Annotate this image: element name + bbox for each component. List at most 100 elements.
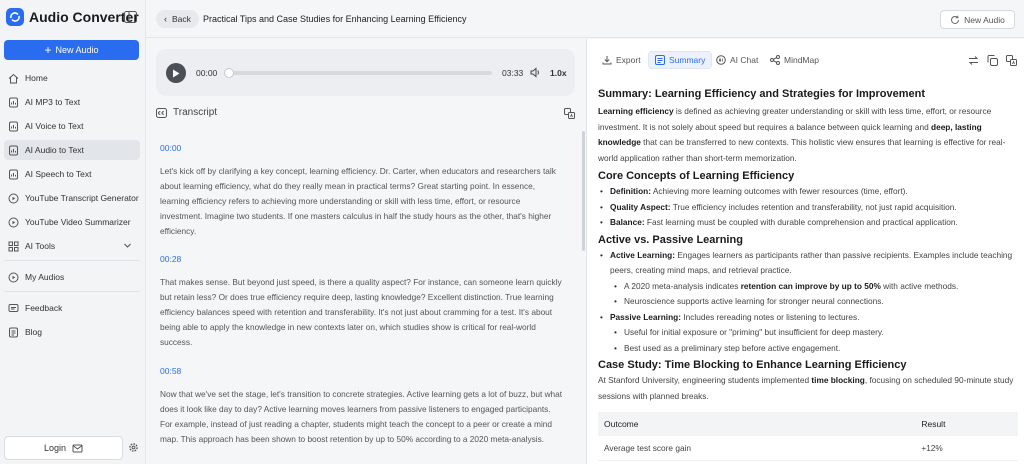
item-text: True efficiency includes retention and t… <box>670 201 957 212</box>
sidebar-item-home[interactable]: Home <box>4 68 140 88</box>
sidebar-item-feedback[interactable]: Feedback <box>4 298 140 318</box>
segment-text: Now that we've set the stage, let's tran… <box>160 389 563 444</box>
segment-timestamp[interactable]: 00:58 <box>160 366 565 376</box>
table-header: Outcome <box>598 412 916 436</box>
play-circle-icon <box>8 193 19 203</box>
sidebar-item-ai-audio-to-text[interactable]: AI Audio to Text <box>4 140 140 160</box>
sidebar-item-ai-tools[interactable]: AI Tools <box>4 236 140 256</box>
mindmap-icon <box>770 55 780 65</box>
playback-speed[interactable]: 1.0x <box>550 68 567 78</box>
ai-chat-icon <box>716 55 726 65</box>
item-text: with active methods. <box>880 280 959 291</box>
item-label: Definition: <box>610 186 652 196</box>
current-time: 00:00 <box>196 68 218 78</box>
tab-label: Summary <box>669 55 706 65</box>
collapse-sidebar-icon[interactable] <box>124 11 137 23</box>
copy-icon[interactable] <box>987 55 998 66</box>
table-cell: Average test score gain <box>598 436 916 461</box>
chevron-left-icon: ‹ <box>164 14 167 24</box>
list-item: Passive Learning: Includes rereading not… <box>598 310 1018 326</box>
sidebar-item-ai-voice-to-text[interactable]: AI Voice to Text <box>4 116 140 136</box>
sidebar-item-youtube-transcript-generator[interactable]: YouTube Transcript Generator <box>4 188 140 208</box>
item-bold: retention can improve by up to 50% <box>740 280 881 291</box>
volume-icon[interactable] <box>530 67 541 78</box>
captions-icon <box>156 107 167 118</box>
item-label: Passive Learning: <box>610 311 682 322</box>
transcript-panel: 00:00 03:33 1.0x Transcript 00:00 Let's … <box>146 39 586 464</box>
sidebar-item-label: AI Audio to Text <box>25 145 84 155</box>
list-item: A 2020 meta-analysis indicates retention… <box>598 279 1018 295</box>
transcript-list: 00:00 Let's kick off by clarifying a key… <box>146 129 586 464</box>
list-item: Best used as a preliminary step before a… <box>598 341 1018 357</box>
audio-player: 00:00 03:33 1.0x <box>156 49 575 96</box>
scrollbar[interactable] <box>582 131 585 251</box>
top-bar: ‹ Back Practical Tips and Case Studies f… <box>146 0 1024 38</box>
plus-icon: + <box>44 43 52 57</box>
list-item: Quality Aspect: True efficiency includes… <box>598 200 1018 216</box>
core-heading: Core Concepts of Learning Efficiency <box>598 170 795 182</box>
item-text: A 2020 meta-analysis indicates <box>624 280 741 291</box>
tab-ai-chat[interactable]: AI Chat <box>710 51 764 69</box>
progress-knob[interactable] <box>224 68 234 78</box>
tab-export[interactable]: Export <box>596 51 647 69</box>
sidebar-item-my-audios[interactable]: My Audios <box>4 267 140 287</box>
table-row: Average test score gain +12% <box>598 436 1018 461</box>
summary-tabs: Export Summary AI Chat MindMap <box>587 39 1024 81</box>
brand[interactable]: Audio Converter <box>6 8 139 26</box>
sidebar-divider <box>4 260 140 261</box>
gear-icon[interactable] <box>128 442 139 453</box>
file-icon <box>9 121 18 131</box>
translate-icon[interactable] <box>1006 55 1017 66</box>
list-item: Definition: Achieving more learning outc… <box>598 184 1018 200</box>
sidebar-item-label: Home <box>25 73 48 83</box>
transcript-segment[interactable]: 00:28 That makes sense. But beyond just … <box>160 254 565 350</box>
swap-icon[interactable] <box>968 55 979 66</box>
login-button[interactable]: Login <box>4 436 123 460</box>
segment-text: That makes sense. But beyond just speed,… <box>160 277 562 347</box>
tab-label: AI Chat <box>730 55 759 65</box>
sidebar-item-ai-speech-to-text[interactable]: AI Speech to Text <box>4 164 140 184</box>
segment-timestamp[interactable]: 00:28 <box>160 254 565 264</box>
message-icon <box>8 303 19 312</box>
new-audio-button[interactable]: + New Audio <box>4 40 139 60</box>
segment-timestamp[interactable]: 00:00 <box>160 143 565 153</box>
translate-icon[interactable] <box>564 108 575 119</box>
case-text-part: At Stanford University, engineering stud… <box>598 375 812 385</box>
sidebar-item-label: AI Tools <box>25 241 56 251</box>
refresh-icon <box>951 15 960 24</box>
home-icon <box>8 73 19 83</box>
passive-sublist: Useful for initial exposure or "priming"… <box>598 325 1018 356</box>
play-circle-icon <box>8 217 19 227</box>
case-bold: time blocking <box>811 375 865 385</box>
tab-summary[interactable]: Summary <box>648 51 713 69</box>
play-button[interactable] <box>166 63 186 83</box>
chevron-down-icon[interactable] <box>123 241 132 250</box>
item-label: Active Learning: <box>610 249 676 260</box>
summary-panel: Export Summary AI Chat MindMap Summary: … <box>587 39 1024 464</box>
back-button[interactable]: ‹ Back <box>156 10 199 28</box>
sidebar-item-ai-mp3-to-text[interactable]: AI MP3 to Text <box>4 92 140 112</box>
transcript-segment[interactable]: 00:58 Now that we've set the stage, let'… <box>160 366 565 447</box>
sidebar-item-youtube-video-summarizer[interactable]: YouTube Video Summarizer <box>4 212 140 232</box>
sidebar-item-label: AI Speech to Text <box>25 169 92 179</box>
transcript-segment[interactable]: 00:00 Let's kick off by clarifying a key… <box>160 143 565 239</box>
table-header: Result <box>915 412 1018 436</box>
new-audio-top-label: New Audio <box>964 14 1005 25</box>
sidebar-item-blog[interactable]: Blog <box>4 322 140 342</box>
document-icon <box>9 327 18 337</box>
page-title: Practical Tips and Case Studies for Enha… <box>203 14 467 24</box>
tab-mindmap[interactable]: MindMap <box>764 51 825 69</box>
new-audio-top-button[interactable]: New Audio <box>940 10 1015 29</box>
active-list: Active Learning: Engages learners as par… <box>598 248 1018 279</box>
table-cell: +12% <box>915 436 1018 461</box>
item-text: Achieving more learning outcomes with fe… <box>651 186 908 196</box>
sidebar-item-label: Blog <box>25 327 43 337</box>
list-item: Balance: Fast learning must be coupled w… <box>598 215 1018 231</box>
progress-bar[interactable] <box>224 68 492 78</box>
core-list: Definition: Achieving more learning outc… <box>598 184 1018 231</box>
tab-label: MindMap <box>784 55 819 65</box>
sidebar-item-label: AI Voice to Text <box>25 121 84 131</box>
sidebar: Audio Converter + New Audio Home AI MP3 … <box>0 0 146 464</box>
summary-intro: Learning efficiency is defined as achiev… <box>598 104 1018 166</box>
sidebar-item-label: AI MP3 to Text <box>25 97 81 107</box>
